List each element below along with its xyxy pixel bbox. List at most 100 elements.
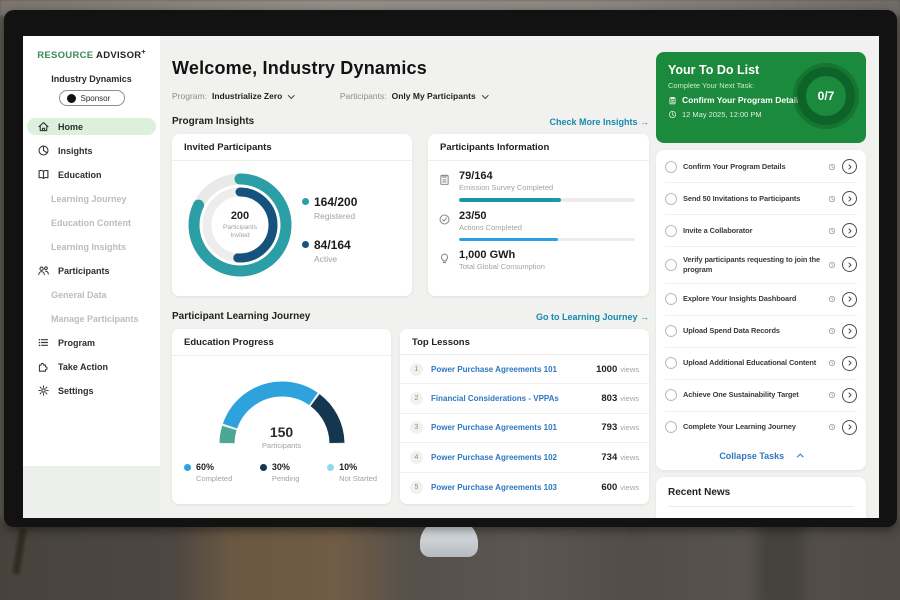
sidebar-item[interactable]: Take Action: [27, 358, 156, 375]
todo-item[interactable]: Upload Spend Data Records: [665, 316, 857, 348]
check-more-insights-link[interactable]: Check More Insights →: [549, 117, 649, 127]
arrow-right-icon: →: [640, 312, 649, 322]
legend-dot: [302, 198, 309, 205]
todo-progress-count: 0/7: [818, 89, 835, 103]
sidebar-item[interactable]: Insights: [27, 142, 156, 159]
sidebar-item-label: Learning Insights: [51, 242, 126, 252]
sidebar-item-label: Manage Participants: [51, 314, 139, 324]
todo-item-label: Upload Spend Data Records: [683, 326, 822, 336]
lesson-row[interactable]: 5 Power Purchase Agreements 103 600 view…: [400, 473, 649, 502]
chevron-right-icon[interactable]: [842, 257, 857, 272]
lesson-rank: 3: [410, 421, 423, 434]
todo-item[interactable]: Invite a Collaborator: [665, 215, 857, 247]
program-insights-header: Program Insights Check More Insights →: [172, 116, 649, 127]
todo-item[interactable]: Confirm Your Program Details: [665, 151, 857, 183]
todo-list-card: Confirm Your Program Details Send 50 Inv: [656, 150, 866, 470]
chevron-right-icon[interactable]: [842, 324, 857, 339]
chevron-right-icon[interactable]: [842, 356, 857, 371]
clock-icon: [828, 261, 836, 269]
lesson-row[interactable]: 1 Power Purchase Agreements 101 1000 vie…: [400, 355, 649, 384]
sidebar-item[interactable]: Education Content: [27, 214, 156, 231]
lesson-link[interactable]: Power Purchase Agreements 102: [431, 453, 601, 462]
checkbox-circle[interactable]: [665, 293, 677, 305]
chevron-right-icon[interactable]: [842, 420, 857, 435]
lesson-link[interactable]: Financial Considerations - VPPAs: [431, 394, 601, 403]
clock-icon: [828, 391, 836, 399]
home-icon: [37, 120, 50, 133]
chevron-right-icon[interactable]: [842, 159, 857, 174]
todo-item-label: Confirm Your Program Details: [683, 162, 822, 172]
clock-icon: [828, 163, 836, 171]
lesson-rank: 1: [410, 363, 423, 376]
todo-item[interactable]: Upload Additional Educational Content: [665, 348, 857, 380]
sidebar-item[interactable]: Participants: [27, 262, 156, 279]
info-row: 1,000 GWh Total Global Consumption: [438, 249, 637, 271]
legend-label: Not Started: [339, 474, 377, 483]
program-dropdown[interactable]: Program: Industrialize Zero: [172, 91, 294, 101]
sidebar-item[interactable]: Program: [27, 334, 156, 351]
sidebar-item[interactable]: Home: [27, 118, 156, 135]
checkbox-circle[interactable]: [665, 357, 677, 369]
legend-dot: [302, 241, 309, 248]
education-icon: [37, 168, 50, 181]
lesson-rank: 4: [410, 451, 423, 464]
todo-item[interactable]: Send 50 Invitations to Participants: [665, 183, 857, 215]
chevron-up-icon: [797, 454, 803, 460]
lightbulb-icon: [438, 252, 451, 265]
participants-information-card: Participants Information 79/164 Emiss: [428, 134, 649, 296]
chevron-right-icon[interactable]: [842, 388, 857, 403]
checkbox-circle[interactable]: [665, 225, 677, 237]
checkbox-circle[interactable]: [665, 421, 677, 433]
lesson-row[interactable]: 2 Financial Considerations - VPPAs 803 v…: [400, 384, 649, 413]
sidebar-item[interactable]: Manage Participants: [27, 310, 156, 327]
lesson-row[interactable]: 3 Power Purchase Agreements 101 793 view…: [400, 414, 649, 443]
todo-item[interactable]: Complete Your Learning Journey: [665, 412, 857, 443]
info-value: 23/50: [459, 210, 522, 222]
lesson-row[interactable]: 4 Power Purchase Agreements 102 734 view…: [400, 443, 649, 472]
checkbox-circle[interactable]: [665, 161, 677, 173]
lesson-link[interactable]: Power Purchase Agreements 103: [431, 483, 601, 492]
sidebar-item-label: Program: [58, 338, 95, 348]
go-to-learning-journey-link[interactable]: Go to Learning Journey →: [536, 312, 649, 322]
sidebar-item[interactable]: Learning Journey: [27, 190, 156, 207]
progress-bar-fill: [459, 238, 558, 242]
clock-icon: [828, 359, 836, 367]
todo-list: Confirm Your Program Details Send 50 Inv: [665, 151, 857, 443]
legend-value: 164/200: [314, 195, 357, 209]
participants-dropdown[interactable]: Participants: Only My Participants: [340, 91, 487, 101]
recent-news-card: Recent News: [656, 477, 866, 518]
sidebar-item[interactable]: General Data: [27, 286, 156, 303]
learning-journey-title: Participant Learning Journey: [172, 311, 310, 322]
checkbox-circle[interactable]: [665, 325, 677, 337]
lesson-link[interactable]: Power Purchase Agreements 101: [431, 365, 596, 374]
checkbox-circle[interactable]: [665, 259, 677, 271]
chevron-right-icon[interactable]: [842, 292, 857, 307]
todo-summary-card: Your To Do List Complete Your Next Task:…: [656, 52, 866, 143]
chevron-right-icon[interactable]: [842, 191, 857, 206]
todo-item[interactable]: Explore Your Insights Dashboard: [665, 284, 857, 316]
settings-icon: [37, 384, 50, 397]
sidebar-item-label: Learning Journey: [51, 194, 127, 204]
sidebar-item[interactable]: Settings: [27, 382, 156, 399]
collapse-tasks-link[interactable]: Collapse Tasks: [665, 443, 857, 466]
clock-icon: [828, 327, 836, 335]
insights-icon: [37, 144, 50, 157]
sidebar-item[interactable]: Learning Insights: [27, 238, 156, 255]
participants-filter-value: Only My Participants: [392, 91, 476, 101]
info-label: Actions Completed: [459, 223, 522, 232]
invited-participants-card: Invited Participants 200: [172, 134, 412, 296]
todo-item[interactable]: Verify participants requesting to join t…: [665, 247, 857, 284]
legend-label: Pending: [272, 474, 300, 483]
info-value: 1,000 GWh: [459, 249, 545, 261]
lesson-link[interactable]: Power Purchase Agreements 101: [431, 423, 601, 432]
program-filter-label: Program:: [172, 91, 207, 101]
chevron-right-icon[interactable]: [842, 223, 857, 238]
lesson-views-suffix: views: [620, 365, 639, 374]
legend-item: 164/200 Registered: [302, 195, 357, 221]
todo-item-label: Send 50 Invitations to Participants: [683, 194, 822, 204]
checkbox-circle[interactable]: [665, 389, 677, 401]
todo-item[interactable]: Achieve One Sustainability Target: [665, 380, 857, 412]
sidebar-item[interactable]: Education: [27, 166, 156, 183]
legend-percent: 30%: [272, 462, 290, 472]
checkbox-circle[interactable]: [665, 193, 677, 205]
